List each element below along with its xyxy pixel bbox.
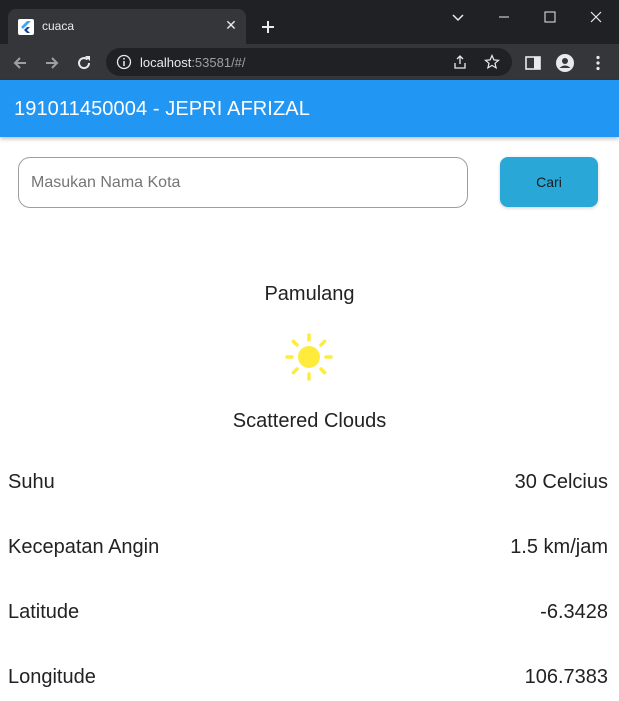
info-value: 106.7383 [524, 666, 608, 688]
app-title: 191011450004 - JEPRI AFRIZAL [14, 98, 310, 120]
url-text: localhost:53581/#/ [140, 55, 246, 70]
back-arrow-icon[interactable] [10, 53, 30, 73]
address-bar[interactable]: localhost:53581/#/ [106, 48, 512, 76]
new-tab-icon[interactable] [258, 17, 278, 37]
info-row-latitude: Latitude -6.3428 [8, 601, 608, 627]
reload-icon[interactable] [74, 53, 94, 73]
info-label: Longitude [8, 666, 96, 688]
window-maximize-icon[interactable] [527, 6, 573, 28]
tab-close-icon[interactable]: ✕ [223, 17, 239, 33]
city-name: Pamulang [264, 283, 355, 305]
browser-tab[interactable]: cuaca ✕ [8, 9, 246, 44]
tab-search-chevron-icon[interactable] [450, 9, 466, 25]
window-minimize-icon[interactable] [481, 6, 527, 28]
share-icon[interactable] [452, 54, 468, 70]
city-search-input[interactable] [18, 157, 468, 208]
info-row-longitude: Longitude 106.7383 [8, 666, 608, 692]
info-label: Suhu [8, 471, 55, 493]
flutter-icon [18, 19, 34, 35]
side-panel-icon[interactable] [523, 53, 543, 73]
browser-toolbar: localhost:53581/#/ [0, 44, 619, 80]
bookmark-star-icon[interactable] [484, 54, 500, 70]
url-path: :53581/#/ [191, 55, 246, 70]
more-menu-icon[interactable] [588, 53, 608, 73]
sun-icon [285, 333, 333, 381]
forward-arrow-icon[interactable] [42, 53, 62, 73]
site-info-icon[interactable] [116, 54, 132, 70]
profile-avatar-icon[interactable] [555, 53, 575, 73]
info-row-suhu: Suhu 30 Celcius [8, 471, 608, 497]
app-bar: 191011450004 - JEPRI AFRIZAL [0, 80, 619, 137]
info-label: Kecepatan Angin [8, 536, 160, 558]
info-value: -6.3428 [540, 601, 608, 623]
tab-title: cuaca [42, 19, 75, 33]
info-value: 1.5 km/jam [510, 536, 608, 558]
search-button[interactable]: Cari [500, 157, 598, 207]
info-row-kecepatan-angin: Kecepatan Angin 1.5 km/jam [8, 536, 608, 562]
url-host: localhost [140, 55, 192, 70]
window-close-icon[interactable] [573, 6, 619, 28]
info-value: 30 Celcius [514, 471, 608, 493]
browser-tab-strip: cuaca ✕ [0, 0, 619, 44]
weather-description: Scattered Clouds [232, 410, 387, 432]
info-label: Latitude [8, 601, 80, 623]
